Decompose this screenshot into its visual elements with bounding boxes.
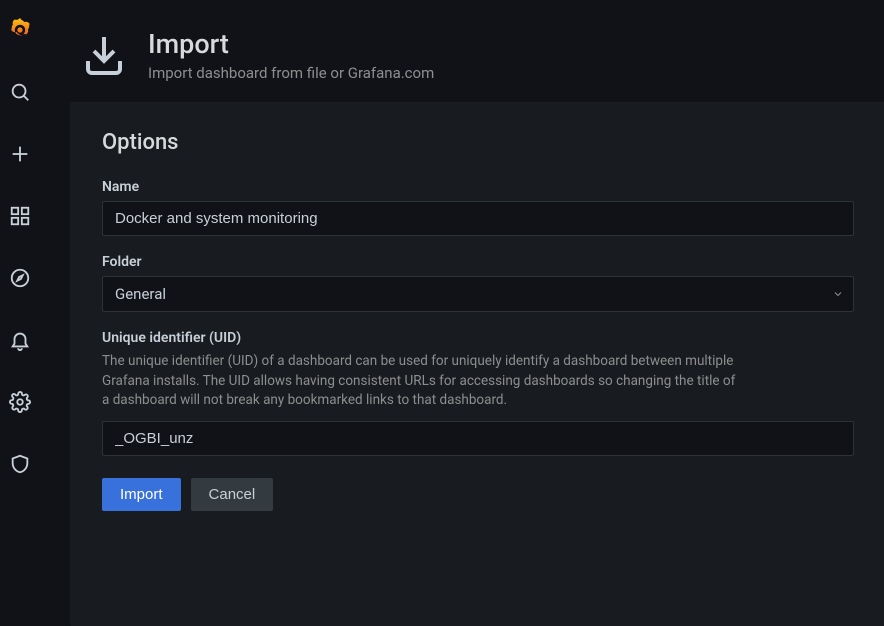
uid-input[interactable]: [102, 421, 854, 456]
name-input[interactable]: [102, 201, 854, 236]
sidebar-dashboards[interactable]: [0, 196, 40, 236]
folder-select[interactable]: General: [102, 276, 854, 312]
uid-help: The unique identifier (UID) of a dashboa…: [102, 352, 742, 411]
action-buttons: Import Cancel: [102, 478, 854, 511]
field-name: Name: [102, 179, 854, 236]
sidebar-search[interactable]: [0, 72, 40, 112]
field-folder: Folder General: [102, 254, 854, 312]
grafana-logo-icon: [6, 16, 34, 44]
field-uid: Unique identifier (UID) The unique ident…: [102, 330, 854, 456]
sidebar-admin[interactable]: [0, 444, 40, 484]
name-label: Name: [102, 179, 854, 195]
sidebar-explore[interactable]: [0, 258, 40, 298]
import-button[interactable]: Import: [102, 478, 181, 511]
sidebar-create[interactable]: [0, 134, 40, 174]
cancel-button[interactable]: Cancel: [191, 478, 274, 511]
dashboards-icon: [9, 205, 31, 227]
compass-icon: [9, 267, 31, 289]
folder-label: Folder: [102, 254, 854, 270]
shield-icon: [9, 453, 31, 475]
plus-icon: [9, 143, 31, 165]
sidebar-alerting[interactable]: [0, 320, 40, 360]
search-icon: [9, 81, 31, 103]
sidebar-configuration[interactable]: [0, 382, 40, 422]
bell-icon: [9, 329, 31, 351]
page-subtitle: Import dashboard from file or Grafana.co…: [148, 64, 434, 82]
sidebar: [0, 0, 40, 626]
panel-title: Options: [102, 130, 854, 155]
uid-label: Unique identifier (UID): [102, 330, 854, 346]
gear-icon: [9, 391, 31, 413]
page-header: Import Import dashboard from file or Gra…: [40, 0, 884, 102]
import-icon: [80, 31, 128, 79]
options-panel: Options Name Folder General Unique ident…: [70, 102, 884, 626]
page-title: Import: [148, 28, 434, 60]
grafana-logo[interactable]: [0, 10, 40, 50]
main-content: Import Import dashboard from file or Gra…: [40, 0, 884, 626]
